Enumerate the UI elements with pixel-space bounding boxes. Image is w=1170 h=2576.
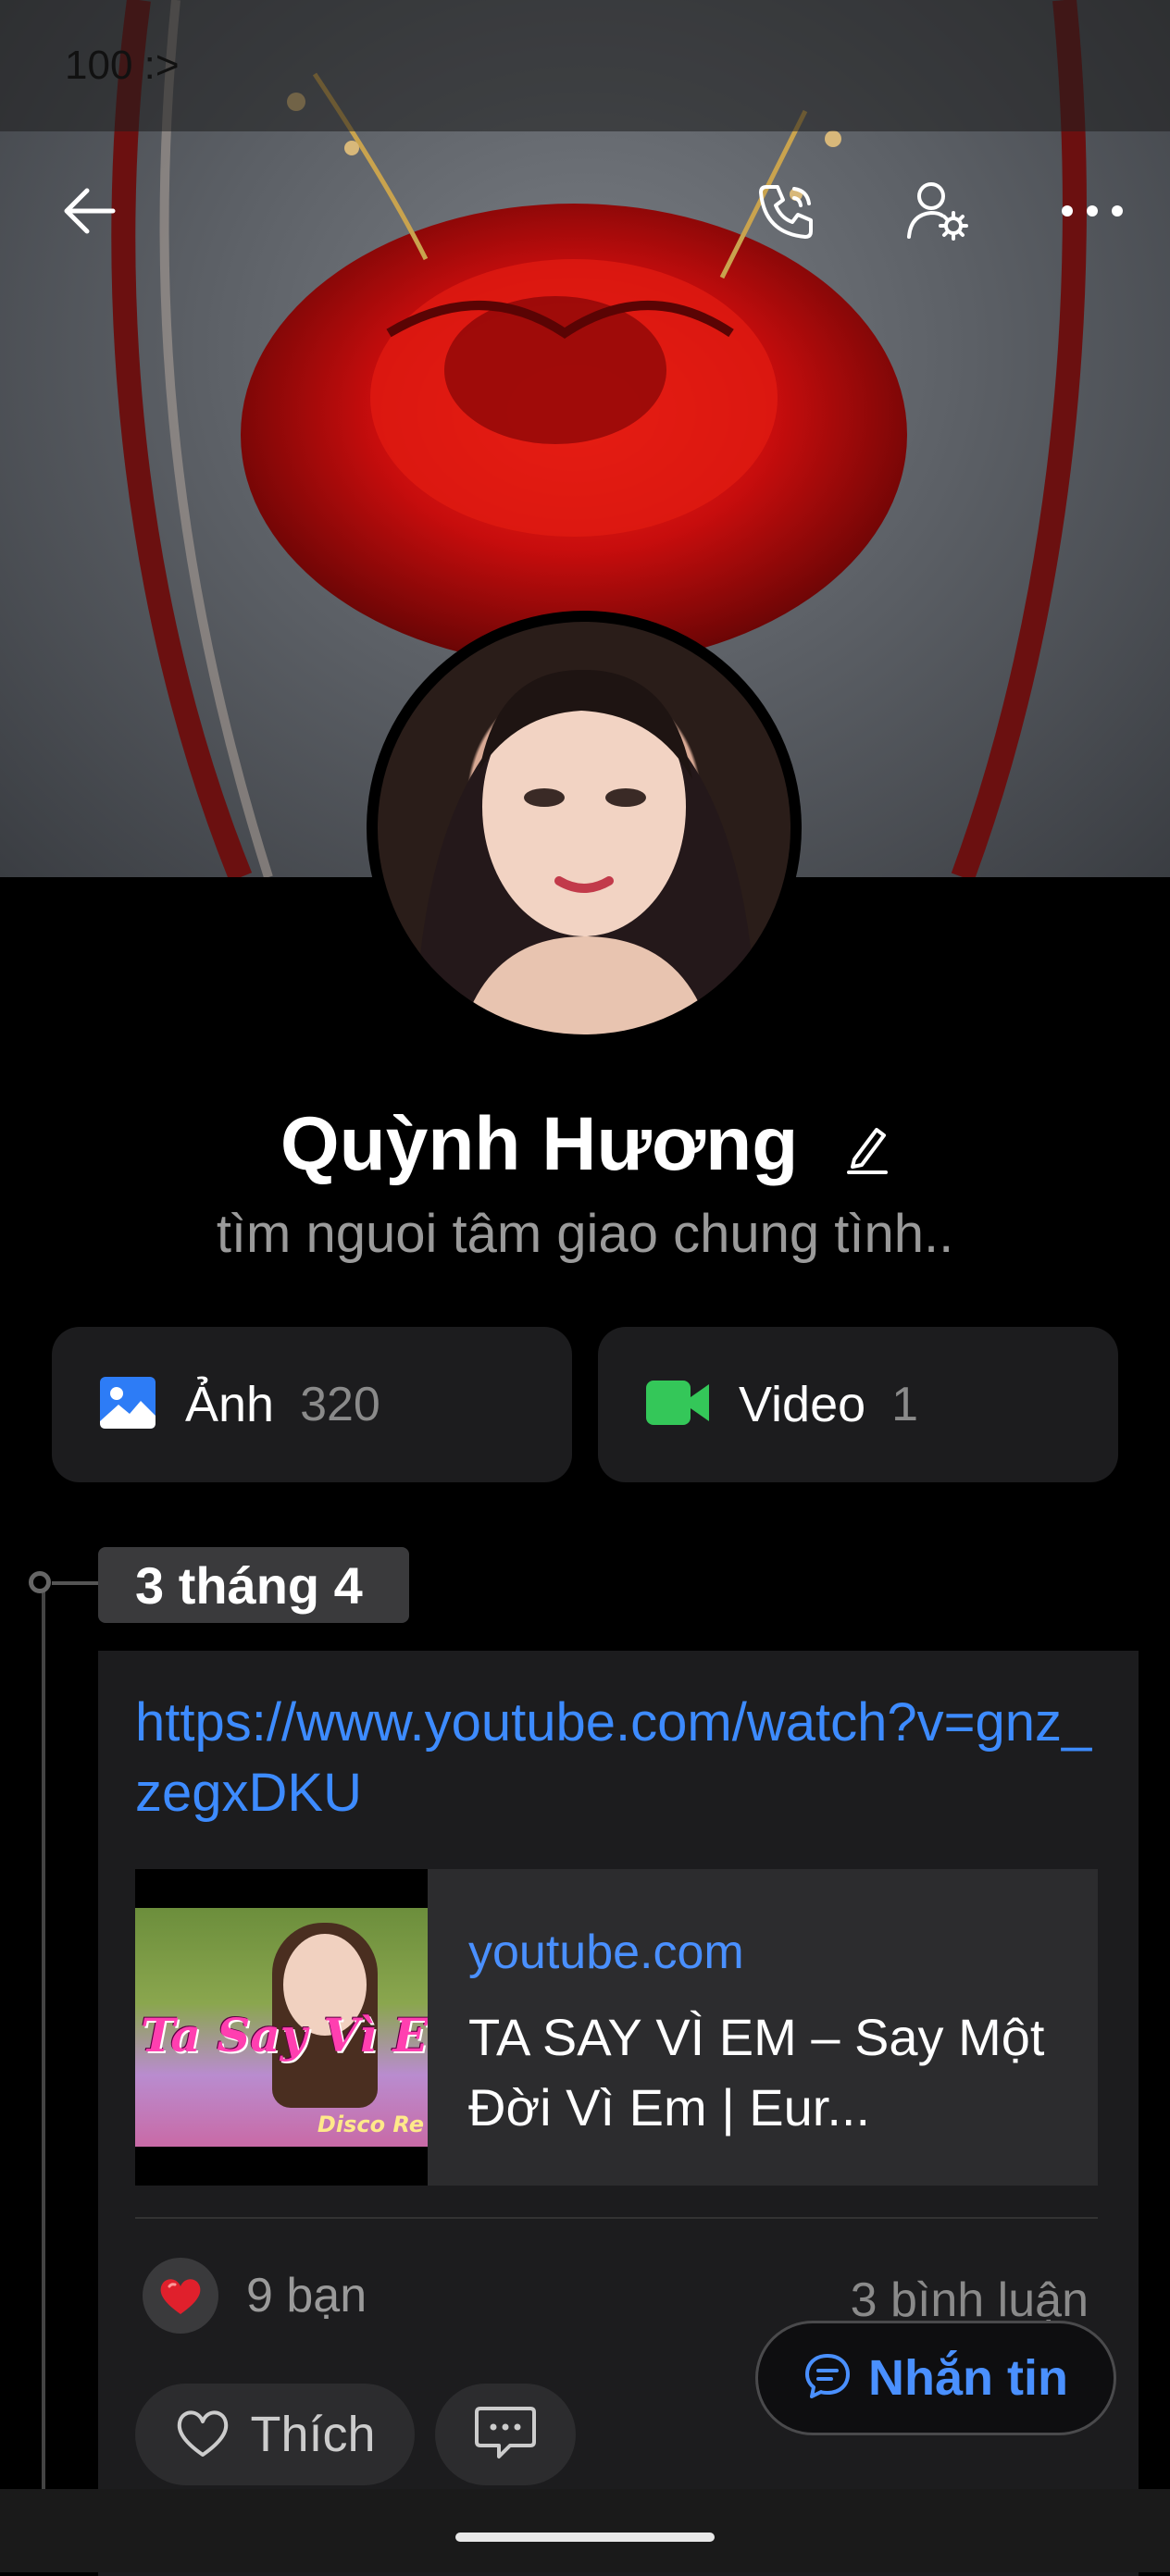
- more-button[interactable]: [1046, 167, 1139, 259]
- chat-bubble-icon: [803, 2352, 852, 2405]
- phone-icon: [753, 178, 820, 249]
- comment-button[interactable]: [435, 2384, 576, 2485]
- photos-label: Ảnh: [185, 1377, 275, 1432]
- heart-icon: [143, 2258, 218, 2334]
- reaction-count: 9 bạn: [246, 2269, 367, 2322]
- profile-name-row: Quỳnh Hương: [0, 1101, 1170, 1193]
- message-label: Nhắn tin: [868, 2350, 1068, 2406]
- timeline-connector: [52, 1581, 98, 1585]
- like-button[interactable]: Thích: [135, 2384, 415, 2485]
- videos-count: 1: [891, 1378, 919, 1431]
- divider: [135, 2217, 1098, 2219]
- profile-bio: tìm nguoi tâm giao chung tình..: [216, 1204, 954, 1264]
- thumbnail-subtitle: Disco Re: [317, 2112, 424, 2137]
- videos-label: Video: [739, 1377, 866, 1432]
- image-icon: [98, 1373, 157, 1437]
- back-arrow-icon: [59, 181, 118, 245]
- message-button[interactable]: Nhắn tin: [755, 2321, 1116, 2435]
- profile-name: Quỳnh Hương: [280, 1102, 799, 1186]
- like-label: Thích: [250, 2407, 376, 2462]
- avatar[interactable]: [367, 611, 802, 1046]
- timeline-dot: [29, 1571, 51, 1593]
- avatar-image: [378, 622, 790, 1034]
- video-camera-icon: [644, 1377, 711, 1433]
- preview-title: TA SAY VÌ EM – Say Một Đời Vì Em | Eur..…: [468, 2008, 1045, 2136]
- user-settings-icon: [903, 176, 974, 251]
- videos-button[interactable]: Video 1: [598, 1327, 1118, 1482]
- post-link[interactable]: https://www.youtube.com/watch?v=gnz_zegx…: [135, 1688, 1116, 1828]
- timeline-date: 3 tháng 4: [98, 1547, 409, 1623]
- status-text: 100 :>: [65, 43, 180, 88]
- reaction-summary[interactable]: 9 bạn: [143, 2258, 367, 2334]
- heart-outline-icon: [174, 2407, 231, 2463]
- link-preview[interactable]: Ta Say Vì Em Disco Re youtube.com TA SAY…: [135, 1869, 1098, 2186]
- home-indicator[interactable]: [455, 2533, 715, 2542]
- timeline-line: [42, 1584, 45, 2572]
- photos-count: 320: [300, 1378, 380, 1431]
- comment-icon: [473, 2403, 538, 2467]
- preview-domain: youtube.com: [468, 1926, 744, 1979]
- comments-count[interactable]: 3 bình luận: [851, 2273, 1089, 2328]
- preview-text: youtube.com TA SAY VÌ EM – Say Một Đời V…: [428, 1869, 1098, 2186]
- thumbnail-title: Ta Say Vì Em: [141, 2008, 428, 2062]
- more-icon: [1060, 202, 1125, 225]
- edit-name-icon[interactable]: [845, 1106, 890, 1193]
- system-nav-bar: [0, 2489, 1170, 2572]
- status-bar: 100 :>: [0, 0, 1170, 131]
- photos-button[interactable]: Ảnh 320: [52, 1327, 572, 1482]
- profile-settings-button[interactable]: [892, 167, 985, 259]
- post-card: https://www.youtube.com/watch?v=gnz_zegx…: [98, 1651, 1139, 2576]
- call-button[interactable]: [741, 167, 833, 259]
- preview-thumbnail: Ta Say Vì Em Disco Re: [135, 1869, 428, 2186]
- back-button[interactable]: [43, 167, 135, 259]
